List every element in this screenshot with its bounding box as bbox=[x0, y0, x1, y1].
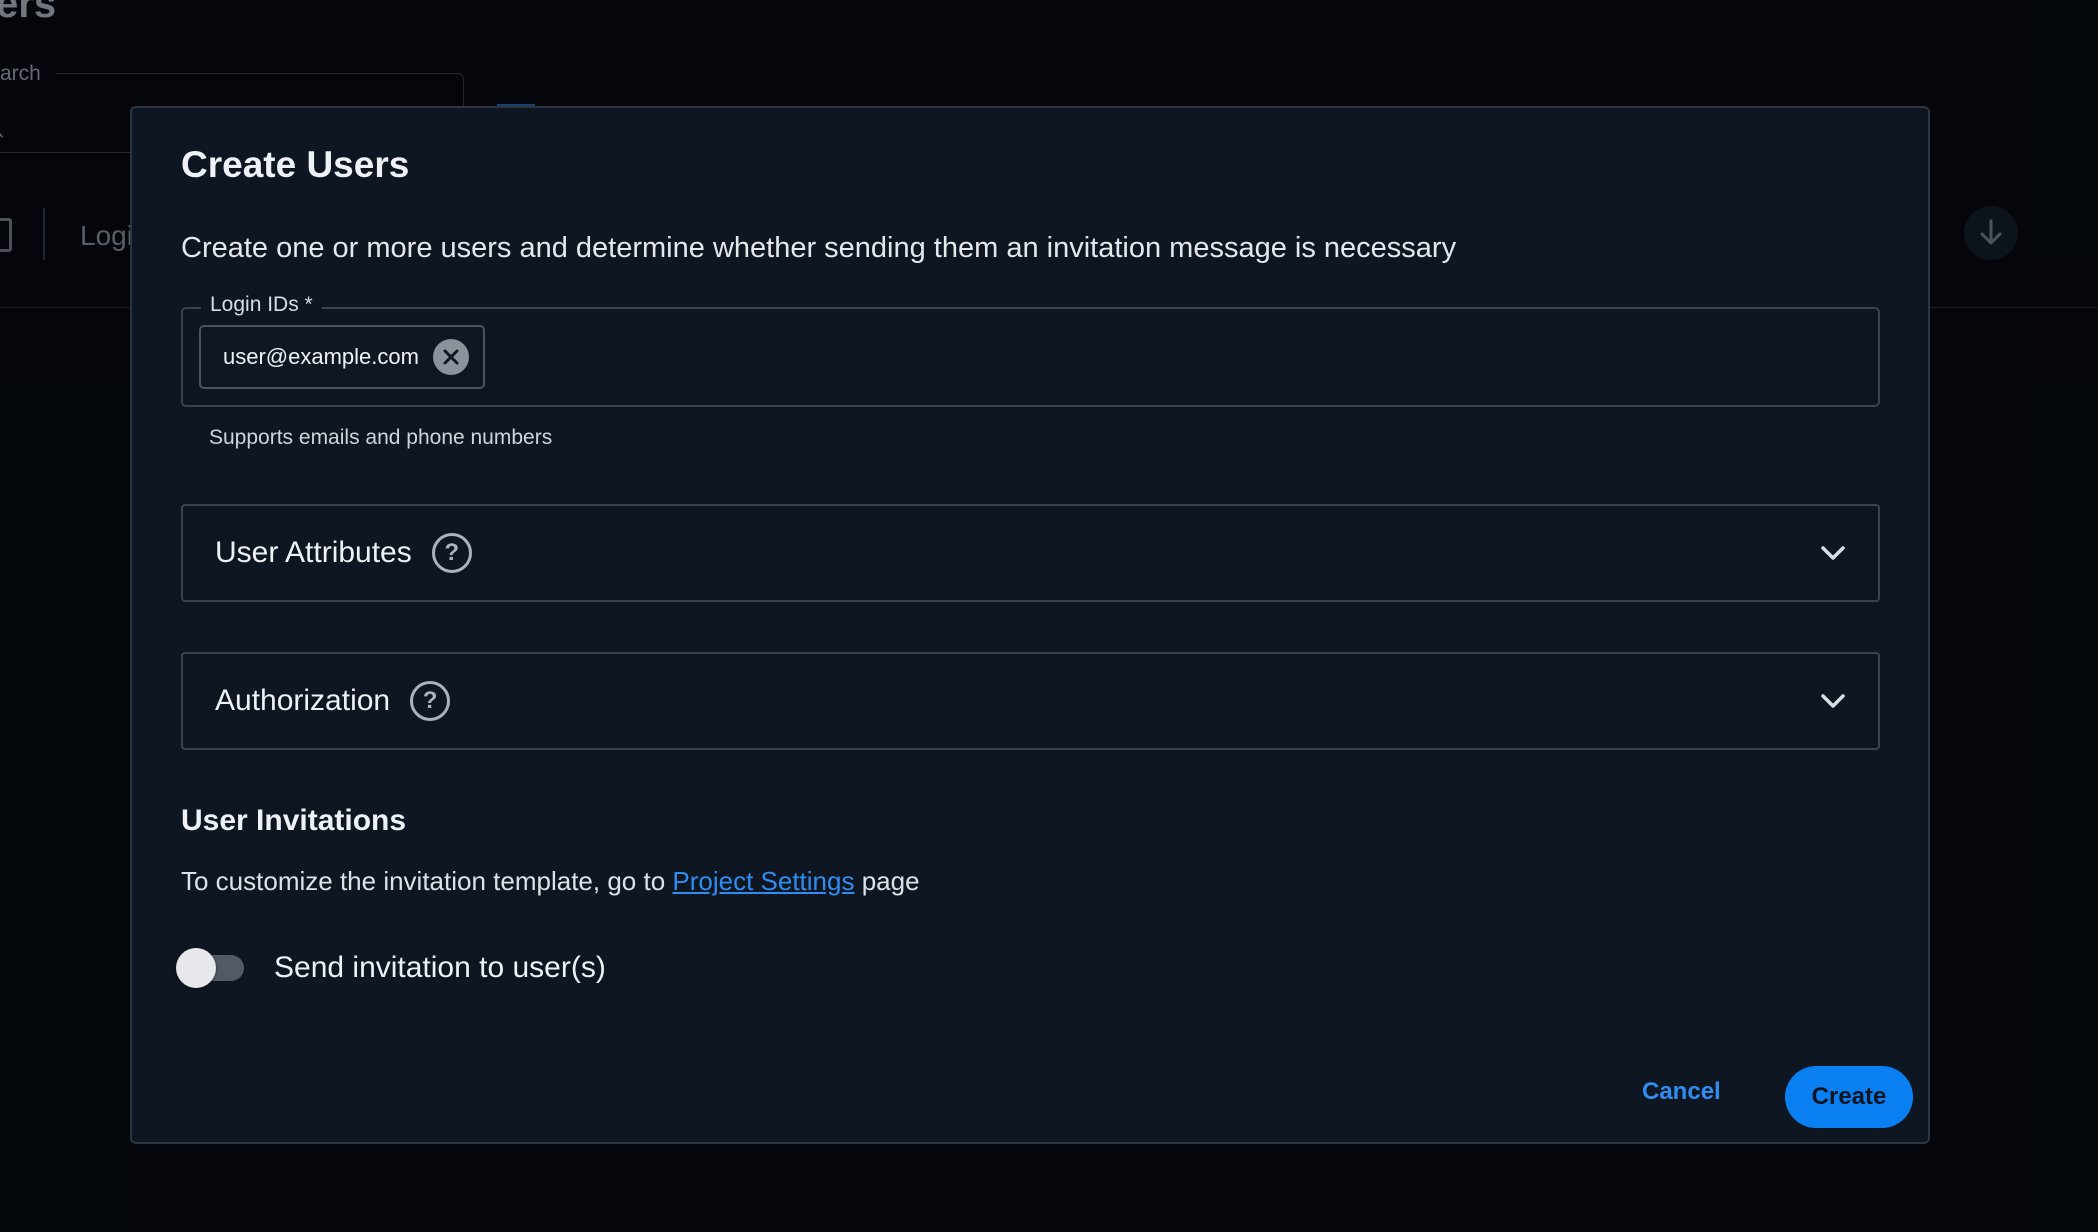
dialog-description: Create one or more users and determine w… bbox=[181, 232, 1457, 264]
login-ids-field[interactable]: Login IDs * user@example.com bbox=[181, 293, 1880, 407]
login-ids-helper-text: Supports emails and phone numbers bbox=[209, 426, 553, 449]
accordion-label: User Attributes bbox=[215, 536, 412, 569]
help-icon[interactable]: ? bbox=[431, 533, 472, 573]
accordion-authorization[interactable]: Authorization ? bbox=[181, 652, 1880, 750]
login-id-chip: user@example.com bbox=[199, 325, 485, 389]
send-invitation-toggle[interactable] bbox=[176, 948, 246, 988]
dialog-title: Create Users bbox=[181, 144, 410, 185]
toggle-thumb bbox=[176, 948, 216, 988]
accordion-label: Authorization bbox=[215, 684, 391, 717]
create-button[interactable]: Create bbox=[1785, 1066, 1913, 1128]
login-ids-label: Login IDs * bbox=[201, 293, 322, 317]
user-invitations-heading: User Invitations bbox=[181, 804, 407, 837]
close-icon bbox=[443, 349, 459, 365]
send-invitation-label: Send invitation to user(s) bbox=[274, 951, 606, 984]
chip-remove-button[interactable] bbox=[432, 339, 469, 375]
cancel-button[interactable]: Cancel bbox=[1626, 1066, 1737, 1118]
accordion-user-attributes[interactable]: User Attributes ? bbox=[181, 504, 1880, 602]
chevron-down-icon bbox=[1820, 545, 1846, 561]
invitation-template-text: To customize the invitation template, go… bbox=[181, 866, 920, 896]
chevron-down-icon bbox=[1820, 693, 1846, 709]
send-invitation-row: Send invitation to user(s) bbox=[176, 948, 606, 988]
help-icon[interactable]: ? bbox=[410, 681, 451, 721]
create-users-dialog: Create Users Create one or more users an… bbox=[130, 106, 1930, 1144]
project-settings-link[interactable]: Project Settings bbox=[672, 866, 854, 896]
chip-label: user@example.com bbox=[223, 344, 419, 369]
